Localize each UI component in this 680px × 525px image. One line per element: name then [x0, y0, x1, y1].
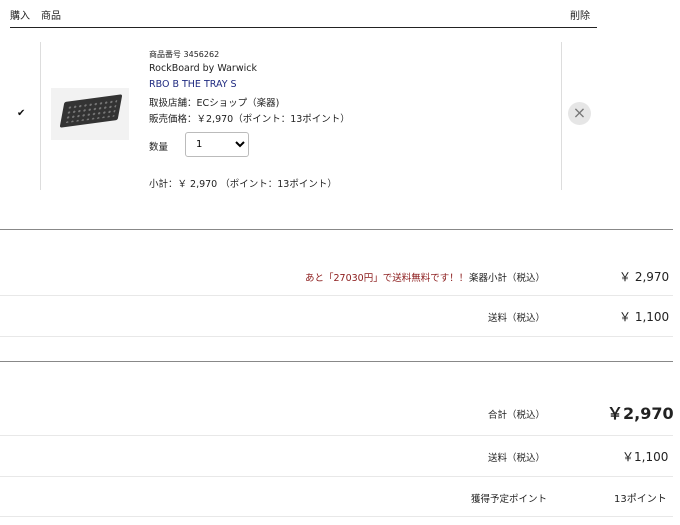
- row-divider: [0, 516, 673, 517]
- points-value: 13ポイント: [614, 494, 667, 505]
- shipping-value-2: ￥1,100: [622, 450, 669, 464]
- item-subtotal: 小計：￥ 2,970 （ポイント：13ポイント）: [149, 179, 337, 190]
- total-label: 合計（税込）: [488, 410, 546, 421]
- purchase-column-header: 購入: [10, 11, 30, 22]
- row-divider: [0, 336, 673, 337]
- shipping-value: ￥ 1,100: [619, 310, 670, 324]
- row-divider: [0, 295, 673, 296]
- column-divider: [561, 42, 562, 190]
- row-divider: [0, 476, 673, 477]
- delete-item-button[interactable]: ×: [568, 102, 591, 125]
- product-store: 取扱店舗：ECショップ（楽器): [149, 98, 280, 109]
- purchase-checkbox[interactable]: ✔: [17, 109, 27, 119]
- product-name-link[interactable]: RBO B THE TRAY S: [149, 79, 237, 90]
- free-shipping-message: あと「27030円」で送料無料です！！: [305, 273, 469, 284]
- product-brand: RockBoard by Warwick: [149, 63, 257, 74]
- shipping-label-2: 送料（税込）: [488, 453, 546, 464]
- shipping-label: 送料（税込）: [488, 313, 546, 324]
- instrument-subtotal-value: ￥ 2,970: [619, 270, 670, 284]
- section-divider: [0, 229, 673, 230]
- product-image[interactable]: [51, 88, 129, 140]
- instrument-subtotal-label: 楽器小計（税込）: [469, 273, 546, 284]
- tray-shape: [59, 94, 123, 128]
- header-divider: [10, 27, 597, 28]
- product-column-header: 商品: [41, 11, 61, 22]
- delete-column-header: 削除: [570, 11, 590, 22]
- row-divider: [0, 435, 673, 436]
- points-label: 獲得予定ポイント: [471, 494, 548, 505]
- tray-pattern: [64, 98, 118, 124]
- section-divider: [0, 361, 673, 362]
- product-number: 商品番号 3456262: [149, 50, 220, 59]
- quantity-select[interactable]: 1: [185, 132, 249, 157]
- quantity-label: 数量: [149, 142, 169, 153]
- product-price: 販売価格：￥2,970（ポイント：13ポイント）: [149, 114, 350, 125]
- column-divider: [40, 42, 41, 190]
- total-value: ￥2,970: [607, 404, 674, 423]
- close-icon: ×: [572, 103, 587, 122]
